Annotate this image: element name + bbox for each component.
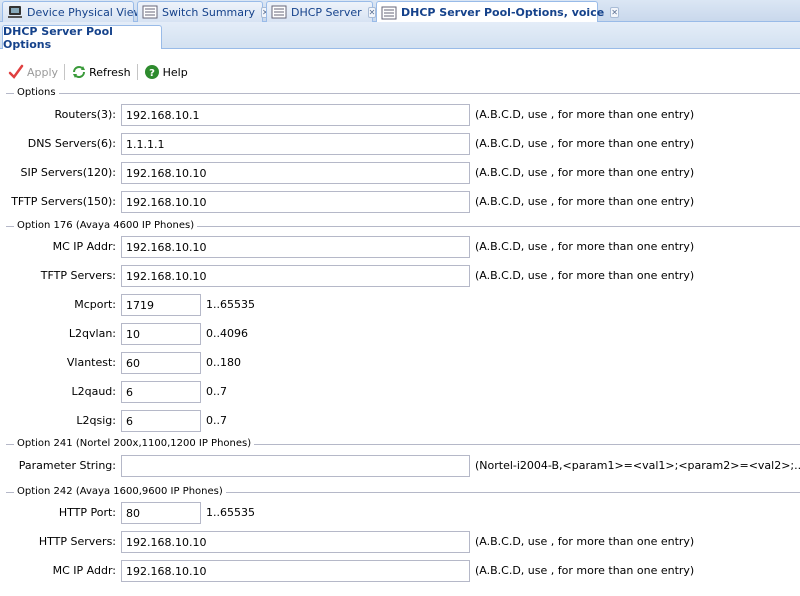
apply-label: Apply	[27, 65, 59, 79]
summary-icon	[142, 5, 158, 19]
field-hint: 0..7	[206, 385, 227, 398]
field-l2qsig: L2qsig: 0..7	[0, 410, 800, 432]
mc-ip-addr-242-input[interactable]	[121, 560, 470, 582]
field-hint: (A.B.C.D, use , for more than one entry)	[475, 137, 695, 150]
field-hint: (A.B.C.D, use , for more than one entry)	[475, 108, 695, 121]
field-label: MC IP Addr:	[52, 564, 116, 577]
refresh-button[interactable]: Refresh	[71, 64, 131, 80]
device-icon	[7, 5, 23, 19]
refresh-icon	[71, 64, 87, 80]
tab-dhcp-server-pool-options[interactable]: DHCP Server Pool Options	[2, 25, 162, 51]
top-tab-strip: Device Physical View Switch Summary ✕ DH…	[0, 0, 800, 23]
field-label: Mcport:	[74, 298, 116, 311]
mc-ip-addr-input[interactable]	[121, 236, 470, 258]
toolbar-separator	[136, 64, 138, 80]
field-label: TFTP Servers(150):	[11, 195, 116, 208]
field-hint: (A.B.C.D, use , for more than one entry)	[475, 195, 695, 208]
tab-label: DHCP Server	[291, 5, 362, 19]
field-routers: Routers(3): (A.B.C.D, use , for more tha…	[0, 104, 800, 126]
field-hint: (Nortel-i2004-B,<param1>=<val1>;<param2>…	[475, 459, 800, 472]
help-icon: ?	[144, 64, 160, 80]
http-servers-input[interactable]	[121, 531, 470, 553]
field-label: Vlantest:	[66, 356, 116, 369]
field-tftp-servers: TFTP Servers(150): (A.B.C.D, use , for m…	[0, 191, 800, 213]
field-label: HTTP Port:	[58, 506, 116, 519]
field-hint: (A.B.C.D, use , for more than one entry)	[475, 535, 695, 548]
field-hint: 1..65535	[206, 298, 255, 311]
field-parameter-string: Parameter String: (Nortel-i2004-B,<param…	[0, 455, 800, 477]
tab-switch-summary[interactable]: Switch Summary ✕	[137, 1, 270, 22]
field-hint: 1..65535	[206, 506, 255, 519]
vlantest-input[interactable]	[121, 352, 201, 374]
field-hint: (A.B.C.D, use , for more than one entry)	[475, 564, 695, 577]
parameter-string-input[interactable]	[121, 455, 470, 477]
field-mc-ip-addr: MC IP Addr: (A.B.C.D, use , for more tha…	[0, 236, 800, 258]
sip-servers-input[interactable]	[121, 162, 470, 184]
dhcp-options-icon	[381, 6, 397, 20]
field-tftp-servers-176: TFTP Servers: (A.B.C.D, use , for more t…	[0, 265, 800, 287]
field-l2qaud: L2qaud: 0..7	[0, 381, 800, 403]
mcport-input[interactable]	[121, 294, 201, 316]
option-241-legend: Option 241 (Nortel 200x,1100,1200 IP Pho…	[0, 438, 800, 450]
toolbar-separator	[64, 64, 66, 80]
field-label: DNS Servers(6):	[27, 137, 116, 150]
field-l2qvlan: L2qvlan: 0..4096	[0, 323, 800, 345]
field-label: L2qaud:	[71, 385, 116, 398]
sub-tab-strip: DHCP Server Pool Options	[0, 22, 800, 51]
dhcp-icon	[271, 5, 287, 19]
field-http-servers: HTTP Servers: (A.B.C.D, use , for more t…	[0, 531, 800, 553]
toolbar: Apply Refresh ? Help	[0, 60, 800, 84]
field-label: L2qsig:	[76, 414, 116, 427]
http-port-input[interactable]	[121, 502, 201, 524]
help-label: Help	[162, 65, 188, 79]
svg-text:?: ?	[149, 68, 155, 79]
tftp-servers-176-input[interactable]	[121, 265, 470, 287]
tab-device-physical-view[interactable]: Device Physical View	[2, 1, 142, 22]
apply-button[interactable]: Apply	[8, 64, 58, 80]
option-176-legend: Option 176 (Avaya 4600 IP Phones)	[0, 220, 800, 232]
l2qvlan-input[interactable]	[121, 323, 201, 345]
routers-input[interactable]	[121, 104, 470, 126]
tab-label: DHCP Server Pool-Options, voice	[401, 6, 605, 19]
field-dns-servers: DNS Servers(6): (A.B.C.D, use , for more…	[0, 133, 800, 155]
field-label: HTTP Servers:	[38, 535, 116, 548]
close-icon[interactable]: ✕	[610, 7, 619, 18]
tab-label: Device Physical View	[27, 5, 143, 19]
field-hint: 0..4096	[206, 327, 248, 340]
refresh-label: Refresh	[89, 65, 131, 79]
tftp-servers-input[interactable]	[121, 191, 470, 213]
tab-dhcp-server-pool-options-voice[interactable]: DHCP Server Pool-Options, voice ✕	[376, 1, 619, 23]
dns-servers-input[interactable]	[121, 133, 470, 155]
field-vlantest: Vlantest: 0..180	[0, 352, 800, 374]
help-button[interactable]: ? Help	[144, 64, 188, 80]
field-label: SIP Servers(120):	[20, 166, 116, 179]
field-hint: (A.B.C.D, use , for more than one entry)	[475, 269, 695, 282]
field-hint: 0..180	[206, 356, 241, 369]
field-label: Routers(3):	[54, 108, 116, 121]
tab-label: Switch Summary	[162, 5, 256, 19]
field-label: MC IP Addr:	[52, 240, 116, 253]
checkmark-icon	[8, 64, 24, 80]
field-label: TFTP Servers:	[40, 269, 116, 282]
field-sip-servers: SIP Servers(120): (A.B.C.D, use , for mo…	[0, 162, 800, 184]
field-mc-ip-addr-242: MC IP Addr: (A.B.C.D, use , for more tha…	[0, 560, 800, 582]
l2qaud-input[interactable]	[121, 381, 201, 403]
field-label: Parameter String:	[18, 459, 116, 472]
field-label: L2qvlan:	[68, 327, 116, 340]
l2qsig-input[interactable]	[121, 410, 201, 432]
field-http-port: HTTP Port: 1..65535	[0, 502, 800, 524]
option-242-legend: Option 242 (Avaya 1600,9600 IP Phones)	[0, 486, 800, 498]
field-hint: (A.B.C.D, use , for more than one entry)	[475, 166, 695, 179]
tab-dhcp-server[interactable]: DHCP Server ✕	[266, 1, 377, 22]
field-mcport: Mcport: 1..65535	[0, 294, 800, 316]
options-legend: Options	[0, 87, 800, 99]
field-hint: 0..7	[206, 414, 227, 427]
field-hint: (A.B.C.D, use , for more than one entry)	[475, 240, 695, 253]
